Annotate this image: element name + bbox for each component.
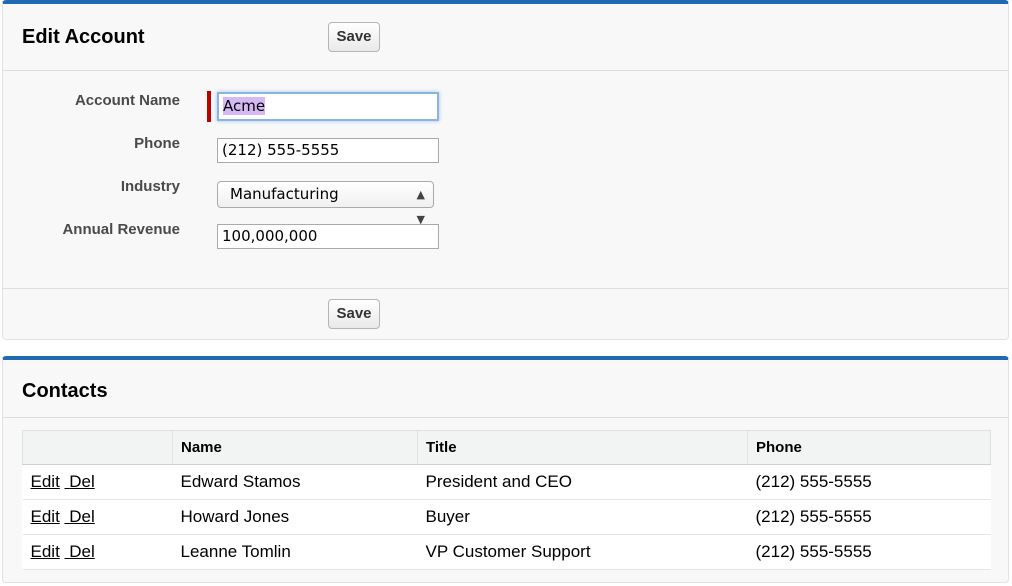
column-header-phone: Phone: [747, 430, 991, 465]
industry-label: Industry: [120, 178, 180, 195]
account-name-value: Acme: [223, 97, 266, 115]
contact-phone: (212) 555-5555: [747, 534, 991, 570]
table-row: Edit Del Edward Stamos President and CEO…: [22, 464, 991, 500]
phone-label: Phone: [134, 135, 180, 152]
industry-selected-value: Manufacturing: [230, 185, 339, 203]
industry-select[interactable]: Manufacturing ▲ ▼: [217, 181, 434, 226]
row-actions: Edit Del: [22, 534, 173, 570]
contacts-table: Name Title Phone Edit Del Edward Stamos …: [22, 430, 991, 570]
table-row: Edit Del Howard Jones Buyer (212) 555-55…: [22, 499, 991, 535]
footer-divider: [3, 288, 1008, 289]
row-actions: Edit Del: [22, 464, 173, 500]
contact-name: Howard Jones: [172, 499, 418, 535]
annual-revenue-input[interactable]: 100,000,000: [217, 224, 439, 249]
table-row: Edit Del Leanne Tomlin VP Customer Suppo…: [22, 534, 991, 570]
edit-link[interactable]: Edit: [31, 507, 60, 526]
contact-title: VP Customer Support: [417, 534, 748, 570]
account-name-label: Account Name: [74, 92, 180, 109]
contacts-panel: Contacts Name Title Phone Edit Del Edwar…: [2, 356, 1009, 583]
contact-name: Edward Stamos: [172, 464, 418, 500]
save-button-bottom[interactable]: Save: [328, 299, 380, 329]
row-actions: Edit Del: [22, 499, 173, 535]
contacts-title: Contacts: [22, 380, 108, 402]
contact-phone: (212) 555-5555: [747, 499, 991, 535]
edit-link[interactable]: Edit: [31, 472, 60, 491]
account-name-input[interactable]: Acme: [217, 92, 439, 121]
column-header-title: Title: [417, 430, 748, 465]
contact-title: Buyer: [417, 499, 748, 535]
edit-link[interactable]: Edit: [31, 542, 60, 561]
contact-title: President and CEO: [417, 464, 748, 500]
del-link[interactable]: Del: [69, 472, 95, 491]
del-link[interactable]: Del: [69, 507, 95, 526]
del-link[interactable]: Del: [69, 542, 95, 561]
required-indicator: [207, 91, 211, 122]
edit-account-header: Edit Account Save: [3, 4, 1008, 71]
annual-revenue-label: Annual Revenue: [62, 221, 180, 238]
edit-account-panel: Edit Account Save Account Name Acme Phon…: [2, 0, 1009, 340]
save-button-top[interactable]: Save: [328, 22, 380, 52]
page-title: Edit Account: [22, 26, 145, 48]
contact-name: Leanne Tomlin: [172, 534, 418, 570]
contacts-header: Contacts: [3, 360, 1008, 418]
contact-phone: (212) 555-5555: [747, 464, 991, 500]
table-header-row: Name Title Phone: [22, 430, 991, 465]
column-header-actions: [22, 430, 173, 465]
phone-input[interactable]: (212) 555-5555: [217, 138, 439, 163]
column-header-name: Name: [172, 430, 418, 465]
